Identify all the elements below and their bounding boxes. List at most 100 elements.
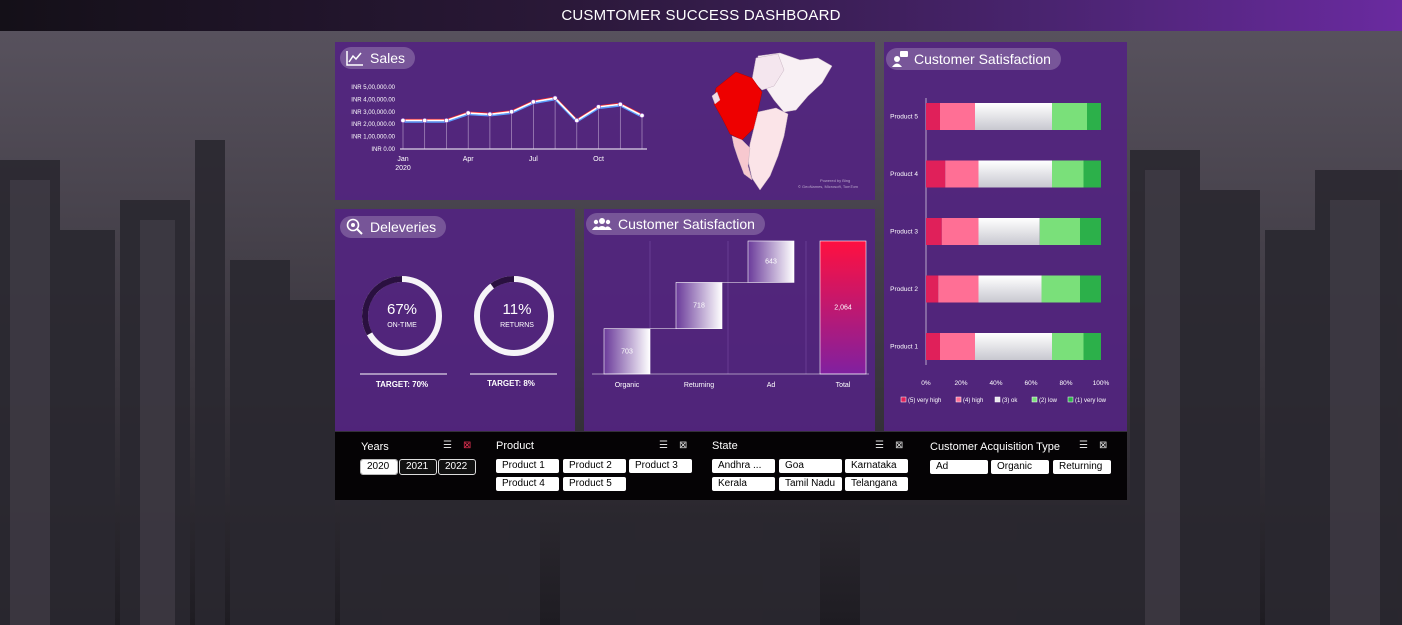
satisfaction-waterfall-header: Customer Satisfaction — [586, 213, 765, 235]
stacked-segment-veryhigh — [926, 275, 939, 303]
stacked-bar-chart: Product 5 Product 4 Product 3 Product 2 Prod… — [890, 98, 1110, 404]
clear-filter-icon[interactable]: ⊠ — [463, 440, 471, 451]
sales-point — [443, 117, 449, 123]
stacked-segment-low — [1052, 333, 1084, 360]
waterfall-data-label: 718 — [693, 303, 705, 310]
sales-header: Sales — [340, 47, 416, 69]
state-chip-telangana[interactable]: Telangana — [845, 477, 908, 491]
stacked-segment-low — [1039, 218, 1080, 245]
sales-title: Sales — [370, 50, 406, 66]
satisfaction-stacked-panel: Customer Satisfaction Product 5 Product 4… — [884, 42, 1127, 431]
acquisition-chip-ad[interactable]: Ad — [930, 460, 988, 474]
stacked-category-label: Product 5 — [890, 114, 918, 121]
product-slicer-header: Product — [496, 440, 534, 452]
acquisition-chip-returning[interactable]: Returning — [1053, 460, 1111, 474]
product-chip-5[interactable]: Product 5 — [563, 477, 626, 491]
x-tick-label: 100% — [1093, 380, 1110, 387]
waterfall-data-label: 2,064 — [834, 305, 852, 312]
years-chip-2020[interactable]: 2020 — [360, 459, 398, 475]
x-tick-label: Apr — [463, 156, 475, 163]
stacked-segment-verylow — [1083, 333, 1101, 360]
returns-value: 11% — [503, 301, 532, 318]
state-chip-karnataka[interactable]: Karnataka — [845, 459, 908, 473]
product-chip-1[interactable]: Product 1 — [496, 459, 559, 473]
state-chip-goa[interactable]: Goa — [779, 459, 842, 473]
delivery-gauges: 67% ON-TIME 11% RETURNS TARGET: 70% TARG… — [360, 276, 557, 389]
stacked-segment-ok — [978, 160, 1052, 188]
waterfall-chart: 703 Organic 718 Returning 643 Ad 2,064 Total — [592, 240, 869, 389]
stacked-segment-low — [1041, 275, 1080, 303]
satisfaction-stacked-title: Customer Satisfaction — [914, 51, 1051, 67]
deliveries-panel: Deleveries 67% ON-TIME 11% RETURNS TARGE… — [335, 209, 575, 431]
stacked-segment-ok — [978, 218, 1040, 245]
acquisition-slicer-header: Customer Acquisition Type — [930, 441, 1061, 453]
legend-label: (4) high — [963, 398, 983, 404]
stacked-segment-veryhigh — [926, 218, 942, 245]
y-tick-label: INR 2,00,000.00 — [351, 122, 395, 128]
sales-point — [509, 109, 515, 115]
map-region-kerala — [731, 135, 753, 181]
satisfaction-stacked-header: Customer Satisfaction — [886, 48, 1061, 70]
years-chip-2021[interactable]: 2021 — [399, 459, 437, 475]
legend-swatch — [955, 396, 962, 403]
stacked-category-label: Product 2 — [890, 286, 918, 293]
sales-point — [465, 110, 471, 116]
sales-line-chart: INR 5,00,000.00 INR 4,00,000.00 INR 3,00,0… — [351, 85, 647, 172]
slicer-bar: Years ☰ ⊠ 2020 2021 2022 Product ☰ ⊠ Pro… — [335, 432, 1127, 500]
multi-select-icon[interactable]: ☰ — [1079, 440, 1088, 451]
stacked-segment-veryhigh — [926, 160, 946, 188]
sales-point — [617, 101, 623, 107]
svg-text:© GeoNames, Microsoft, TomTom: © GeoNames, Microsoft, TomTom — [798, 184, 859, 189]
y-tick-label: INR 4,00,000.00 — [351, 97, 395, 103]
x-tick-label: 60% — [1024, 380, 1037, 387]
product-chip-2[interactable]: Product 2 — [563, 459, 626, 473]
x-tick-label: 0% — [921, 380, 931, 387]
state-chip-tamil-nadu[interactable]: Tamil Nadu — [779, 477, 842, 491]
state-chip-andhra[interactable]: Andhra ... — [712, 459, 775, 473]
stacked-segment-ok — [975, 333, 1052, 360]
x-sub-label: 2020 — [395, 165, 411, 172]
stacked-segment-high — [940, 333, 975, 360]
x-tick-label: Jan — [397, 156, 408, 163]
returns-caption: RETURNS — [500, 322, 534, 329]
stacked-category-label: Product 1 — [890, 344, 918, 351]
title-bar: CUSMTOMER SUCCESS DASHBOARD — [0, 0, 1402, 31]
deliveries-title: Deleveries — [370, 219, 437, 235]
stacked-segment-low — [1052, 103, 1087, 130]
legend-swatch — [994, 396, 1001, 403]
stacked-segment-verylow — [1083, 160, 1101, 188]
clear-filter-icon[interactable]: ⊠ — [1099, 440, 1107, 451]
x-tick-label: Oct — [593, 156, 604, 163]
waterfall-category-label: Organic — [615, 382, 640, 389]
deliveries-header: Deleveries — [340, 216, 447, 238]
sales-point — [596, 104, 602, 110]
stacked-category-label: Product 3 — [890, 229, 918, 236]
sales-point — [400, 117, 406, 123]
state-chip-kerala[interactable]: Kerala — [712, 477, 775, 491]
acquisition-chip-organic[interactable]: Organic — [991, 460, 1049, 474]
dashboard-title: CUSMTOMER SUCCESS DASHBOARD — [561, 7, 841, 24]
years-chip-2022[interactable]: 2022 — [438, 459, 476, 475]
satisfaction-waterfall-title: Customer Satisfaction — [618, 216, 755, 232]
years-slicer-header: Years — [361, 441, 389, 453]
waterfall-category-label: Total — [836, 382, 851, 389]
on-time-target: TARGET: 70% — [376, 380, 428, 389]
multi-select-icon[interactable]: ☰ — [659, 440, 668, 451]
sales-series-line — [403, 97, 643, 122]
stacked-segment-veryhigh — [926, 103, 940, 130]
returns-target: TARGET: 8% — [487, 379, 535, 388]
sales-point — [552, 95, 558, 101]
multi-select-icon[interactable]: ☰ — [443, 440, 452, 451]
clear-filter-icon[interactable]: ⊠ — [895, 440, 903, 451]
product-chip-3[interactable]: Product 3 — [629, 459, 692, 473]
stacked-segment-ok — [978, 275, 1042, 303]
product-chip-4[interactable]: Product 4 — [496, 477, 559, 491]
legend-label: (1) very low — [1075, 398, 1107, 404]
state-slicer-header: State — [712, 440, 738, 452]
legend-label: (3) ok — [1002, 398, 1018, 404]
multi-select-icon[interactable]: ☰ — [875, 440, 884, 451]
stacked-segment-verylow — [1080, 275, 1101, 303]
on-time-caption: ON-TIME — [387, 322, 417, 329]
stacked-segment-high — [945, 160, 979, 188]
clear-filter-icon[interactable]: ⊠ — [679, 440, 687, 451]
